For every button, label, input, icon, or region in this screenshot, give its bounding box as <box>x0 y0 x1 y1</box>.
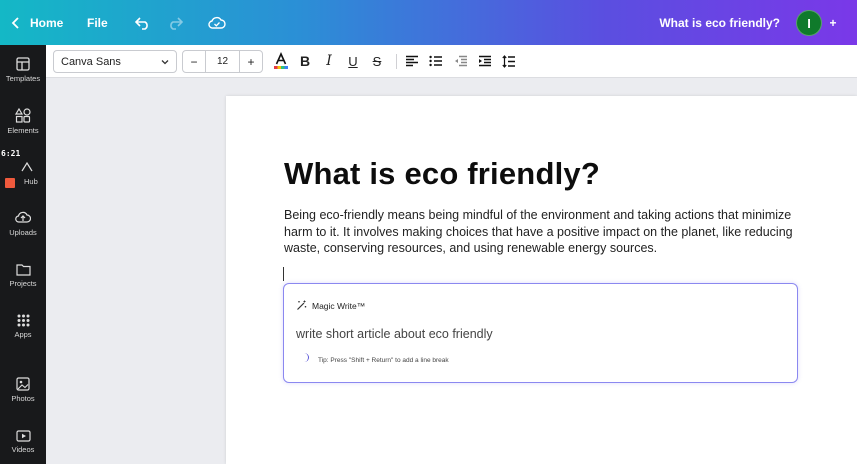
templates-icon <box>16 57 30 71</box>
avatar[interactable]: I <box>796 10 822 36</box>
magic-write-prompt-input[interactable]: write short article about eco friendly <box>296 327 493 341</box>
text-cursor <box>283 267 284 281</box>
projects-icon <box>15 264 31 276</box>
top-bar: Home File What is eco friendly? I + <box>0 0 857 45</box>
page-paragraph[interactable]: Being eco-friendly means being mindful o… <box>284 207 804 257</box>
document-title[interactable]: What is eco friendly? <box>640 0 780 45</box>
text-color-icon[interactable] <box>272 52 290 70</box>
sidebar-item-label: Projects <box>9 279 37 288</box>
home-link[interactable]: Home <box>30 0 63 45</box>
format-toolbar: Canva Sans − 12 + B I U S <box>46 45 857 78</box>
design-page[interactable]: What is eco friendly? Being eco-friendly… <box>226 96 857 464</box>
file-menu[interactable]: File <box>87 0 108 45</box>
magic-write-panel: Magic Write™ write short article about e… <box>283 283 798 383</box>
left-sidebar: Templates Elements 6:21 Hub Uploads Proj… <box>0 45 46 464</box>
magic-write-title: Magic Write™ <box>312 300 366 311</box>
sidebar-item-label: Uploads <box>9 228 37 237</box>
magic-write-tip: Tip: Press "Shift + Return" to add a lin… <box>318 357 449 364</box>
sidebar-item-templates[interactable]: Templates <box>0 57 46 83</box>
apps-icon <box>17 314 29 327</box>
font-size-stepper: − 12 + <box>182 50 263 73</box>
hub-icon[interactable] <box>12 162 42 175</box>
undo-icon[interactable] <box>134 0 152 45</box>
sidebar-item-apps[interactable]: Apps <box>0 314 46 339</box>
uploads-icon <box>15 211 31 223</box>
record-stop-icon[interactable] <box>5 178 15 188</box>
sidebar-item-label: Videos <box>11 445 35 454</box>
loading-spinner-icon <box>303 353 309 362</box>
toolbar-divider <box>396 54 397 69</box>
back-chevron-icon[interactable] <box>8 0 24 45</box>
font-size-input[interactable]: 12 <box>205 51 240 72</box>
sidebar-item-label: Photos <box>11 394 35 403</box>
increase-font-size-button[interactable]: + <box>240 51 262 72</box>
indent-icon[interactable] <box>476 52 494 70</box>
sidebar-item-hub[interactable]: Hub <box>24 177 38 186</box>
line-spacing-icon[interactable] <box>500 52 518 70</box>
videos-icon <box>15 430 31 442</box>
sidebar-item-projects[interactable]: Projects <box>0 263 46 288</box>
sidebar-item-videos[interactable]: Videos <box>0 430 46 454</box>
magic-wand-icon <box>297 300 307 310</box>
sidebar-item-photos[interactable]: Photos <box>0 377 46 403</box>
font-family-value: Canva Sans <box>61 55 121 68</box>
strikethrough-icon[interactable]: S <box>368 52 386 70</box>
italic-icon[interactable]: I <box>320 52 338 70</box>
sidebar-item-label: Elements <box>7 126 39 135</box>
redo-icon[interactable] <box>166 0 184 45</box>
sidebar-item-label: Apps <box>14 330 32 339</box>
chevron-down-icon <box>161 60 169 65</box>
page-heading[interactable]: What is eco friendly? <box>284 156 600 192</box>
outdent-icon[interactable] <box>452 52 470 70</box>
add-collaborator-button[interactable]: + <box>825 0 841 45</box>
sidebar-item-elements[interactable]: Elements <box>0 108 46 135</box>
photos-icon <box>16 377 30 391</box>
recording-time: 6:21 <box>1 149 21 158</box>
elements-icon <box>15 108 31 123</box>
bulleted-list-icon[interactable] <box>427 52 445 70</box>
decrease-font-size-button[interactable]: − <box>183 51 205 72</box>
bold-icon[interactable]: B <box>296 52 314 70</box>
align-left-icon[interactable] <box>403 52 421 70</box>
magic-write-header: Magic Write™ <box>296 300 365 311</box>
sidebar-item-uploads[interactable]: Uploads <box>0 211 46 237</box>
font-family-select[interactable]: Canva Sans <box>53 50 177 73</box>
sidebar-item-label: Templates <box>5 74 41 83</box>
underline-icon[interactable]: U <box>344 52 362 70</box>
cloud-saved-icon[interactable] <box>207 0 227 45</box>
